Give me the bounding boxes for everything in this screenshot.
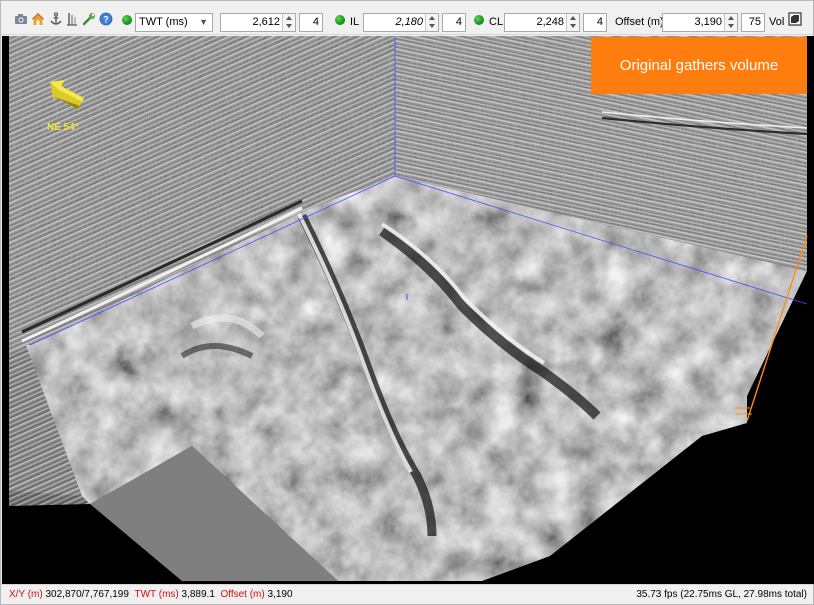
camera-icon[interactable] — [14, 12, 28, 26]
help-icon[interactable]: ? — [99, 12, 113, 26]
home-icon[interactable] — [31, 12, 45, 26]
il-active-indicator[interactable] — [335, 15, 345, 25]
compass-label: NE 54° — [47, 122, 79, 133]
render-performance: 35.73 fps (22.75ms GL, 27.98ms total) — [636, 589, 807, 600]
twt-status-value: 3,889.1 — [181, 589, 215, 600]
xy-label: X/Y (m) — [9, 589, 43, 600]
il-value-field[interactable]: 2,180 — [363, 13, 439, 32]
cl-step-field[interactable]: 4 — [583, 13, 607, 32]
seismic-3d-viewport[interactable]: Original gathers volume NE 54° — [2, 36, 814, 584]
chevron-down-icon: ▼ — [199, 17, 208, 27]
cl-spinner[interactable] — [566, 14, 579, 31]
domain-select[interactable]: TWT (ms) ▼ — [135, 13, 213, 32]
status-readout: X/Y (m) 302,870/7,767,199 TWT (ms) 3,889… — [9, 585, 293, 604]
cl-value: 2,248 — [536, 16, 564, 28]
offset-status-value: 3,190 — [267, 589, 293, 600]
cl-label: CL — [489, 16, 504, 28]
il-label: IL — [350, 16, 360, 28]
volume-display-icon[interactable] — [788, 12, 802, 26]
offset-spinner[interactable] — [724, 14, 737, 31]
twt-spinner[interactable] — [282, 14, 295, 31]
well-icon[interactable] — [65, 12, 79, 26]
volume-title-banner: Original gathers volume — [591, 37, 807, 94]
seismic-viewer-window: ? TWT (ms) ▼ 2,612 4 IL 2,180 4 CL 2,248… — [0, 0, 814, 605]
offset-value: 3,190 — [694, 16, 722, 28]
cl-active-indicator[interactable] — [474, 15, 484, 25]
vol-label: Vol — [769, 16, 785, 28]
offset-label: Offset (m) — [615, 16, 664, 28]
twt-step-field[interactable]: 4 — [299, 13, 323, 32]
domain-active-indicator[interactable] — [122, 15, 132, 25]
offset-value-field[interactable]: 3,190 — [662, 13, 738, 32]
il-spinner[interactable] — [425, 14, 438, 31]
cl-value-field[interactable]: 2,248 — [504, 13, 580, 32]
il-step-field[interactable]: 4 — [442, 13, 466, 32]
toolbar: ? TWT (ms) ▼ 2,612 4 IL 2,180 4 CL 2,248… — [1, 1, 813, 35]
seismic-scene[interactable] — [2, 36, 814, 584]
domain-select-value: TWT (ms) — [139, 16, 188, 28]
twt-status-label: TWT (ms) — [134, 589, 179, 600]
status-bar: X/Y (m) 302,870/7,767,199 TWT (ms) 3,889… — [1, 584, 813, 604]
offset-status-label: Offset (m) — [220, 589, 265, 600]
wrench-icon[interactable] — [82, 12, 96, 26]
twt-value: 2,612 — [252, 16, 280, 28]
svg-text:?: ? — [103, 15, 109, 25]
twt-value-field[interactable]: 2,612 — [220, 13, 296, 32]
anchor-icon[interactable] — [49, 12, 63, 26]
xy-value: 302,870/7,767,199 — [45, 589, 129, 600]
il-value: 2,180 — [395, 16, 423, 28]
offset-step-field[interactable]: 75 — [741, 13, 765, 32]
